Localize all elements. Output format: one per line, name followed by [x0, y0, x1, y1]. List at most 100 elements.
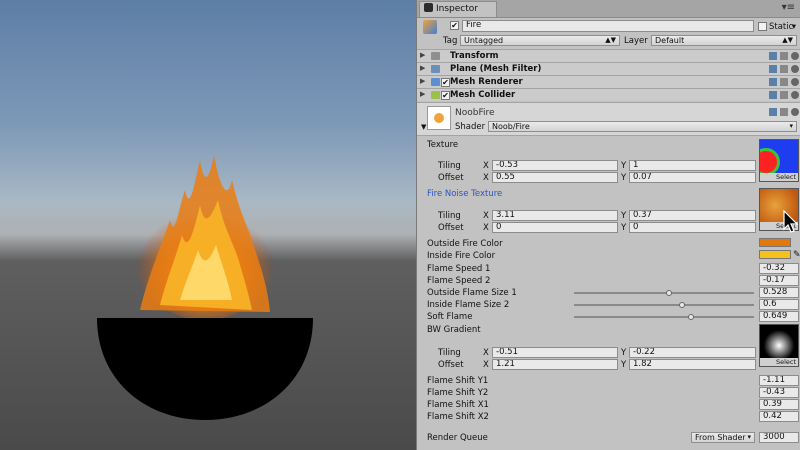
mesh-filter-icon	[431, 65, 440, 73]
fire-effect	[135, 155, 275, 320]
component-mesh-collider[interactable]: ▶ ✔ Mesh Collider	[417, 88, 800, 101]
inside-flame-size-label: Inside Flame Size 2	[427, 300, 510, 310]
component-mesh-filter[interactable]: ▶ Plane (Mesh Filter)	[417, 62, 800, 75]
render-queue-field[interactable]: 3000	[759, 432, 799, 443]
component-transform[interactable]: ▶ Transform	[417, 49, 800, 62]
flame-shift-y2-label: Flame Shift Y2	[427, 388, 489, 398]
outside-fire-color-swatch[interactable]	[759, 238, 791, 247]
texture-offset-x[interactable]: 0.55	[492, 172, 618, 183]
y-label: Y	[621, 360, 627, 370]
flame-shift-y1-field[interactable]: -1.11	[759, 375, 799, 386]
shader-dropdown[interactable]: Noob/Fire ▾	[488, 121, 797, 132]
inside-flame-size-field[interactable]: 0.6	[759, 299, 799, 310]
offset-label: Offset	[438, 223, 464, 233]
select-texture-button[interactable]: Select	[760, 173, 798, 181]
outside-flame-size-slider[interactable]	[574, 292, 754, 294]
chevron-down-icon: ▾	[789, 122, 793, 130]
render-queue-mode: From Shader	[695, 433, 746, 442]
chevron-down-icon: ▲▼	[605, 36, 616, 44]
y-label: Y	[621, 173, 627, 183]
mesh-renderer-enabled-checkbox[interactable]: ✔	[441, 78, 450, 87]
static-checkbox[interactable]	[758, 22, 767, 31]
noise-tiling-x[interactable]: 3.11	[492, 210, 618, 221]
help-book-icon[interactable]	[769, 91, 777, 99]
preset-icon[interactable]	[780, 108, 788, 116]
flame-speed-1-field[interactable]: -0.32	[759, 263, 799, 274]
inside-flame-size-slider[interactable]	[574, 304, 754, 306]
component-name: Plane (Mesh Filter)	[450, 64, 542, 74]
bw-gradient-thumbnail[interactable]: Select	[759, 324, 799, 367]
component-name: Mesh Renderer	[450, 77, 523, 87]
flame-speed-2-field[interactable]: -0.17	[759, 275, 799, 286]
material-preview-icon	[427, 106, 451, 130]
static-label: Static	[769, 22, 794, 32]
bw-tiling-y[interactable]: -0.22	[629, 347, 756, 358]
flame-shift-x2-field[interactable]: 0.42	[759, 411, 799, 422]
outside-flame-size-label: Outside Flame Size 1	[427, 288, 517, 298]
mouse-cursor-icon	[783, 210, 799, 233]
help-book-icon[interactable]	[769, 78, 777, 86]
tag-dropdown[interactable]: Untagged ▲▼	[460, 35, 620, 46]
help-book-icon[interactable]	[769, 108, 777, 116]
gear-icon[interactable]	[791, 65, 799, 73]
y-label: Y	[621, 161, 627, 171]
chevron-down-icon: ▲▼	[782, 36, 793, 44]
fold-arrow-icon[interactable]: ▼	[421, 123, 426, 131]
preset-icon[interactable]	[780, 91, 788, 99]
fold-arrow-icon[interactable]: ▶	[420, 90, 425, 98]
texture-offset-y[interactable]: 0.07	[629, 172, 756, 183]
flame-shift-x1-field[interactable]: 0.39	[759, 399, 799, 410]
noise-offset-x[interactable]: 0	[492, 222, 618, 233]
slider-knob[interactable]	[666, 290, 673, 296]
scene-view[interactable]	[0, 0, 416, 450]
object-name-field[interactable]: Fire	[462, 20, 754, 32]
slider-knob[interactable]	[679, 302, 685, 308]
x-label: X	[483, 173, 489, 183]
tiling-label: Tiling	[438, 161, 461, 171]
bw-tiling-x[interactable]: -0.51	[492, 347, 618, 358]
object-enabled-checkbox[interactable]: ✔	[450, 21, 459, 30]
gear-icon[interactable]	[791, 78, 799, 86]
bw-offset-y[interactable]: 1.82	[629, 359, 756, 370]
fold-arrow-icon[interactable]: ▶	[420, 77, 425, 85]
eyedropper-icon[interactable]: ✎	[793, 250, 800, 260]
mesh-collider-enabled-checkbox[interactable]: ✔	[441, 91, 450, 100]
slider-knob[interactable]	[687, 314, 694, 320]
render-queue-dropdown[interactable]: From Shader ▾	[691, 432, 755, 443]
component-mesh-renderer[interactable]: ▶ ✔ Mesh Renderer	[417, 75, 800, 88]
layer-dropdown[interactable]: Default ▲▼	[651, 35, 797, 46]
preset-icon[interactable]	[780, 78, 788, 86]
soft-flame-field[interactable]: 0.649	[759, 311, 799, 322]
texture-thumbnail[interactable]: Select	[759, 139, 799, 182]
texture-tiling-x[interactable]: -0.53	[492, 160, 618, 171]
bw-offset-x[interactable]: 1.21	[492, 359, 618, 370]
flame-speed-1-label: Flame Speed 1	[427, 264, 491, 274]
inside-fire-color-label: Inside Fire Color	[427, 251, 496, 261]
x-label: X	[483, 211, 489, 221]
outside-flame-size-field[interactable]: 0.528	[759, 287, 799, 298]
preset-icon[interactable]	[780, 65, 788, 73]
tab-inspector[interactable]: Inspector	[419, 1, 497, 17]
texture-tiling-y[interactable]: 1	[629, 160, 756, 171]
scene-canvas	[97, 155, 313, 420]
fold-arrow-icon[interactable]: ▶	[420, 64, 425, 72]
noise-offset-y[interactable]: 0	[629, 222, 756, 233]
tiling-label: Tiling	[438, 348, 461, 358]
help-book-icon[interactable]	[769, 65, 777, 73]
flame-shift-y2-field[interactable]: -0.43	[759, 387, 799, 398]
help-book-icon[interactable]	[769, 52, 777, 60]
gameobject-cube-icon	[423, 20, 437, 34]
select-texture-button[interactable]: Select	[760, 358, 798, 366]
inside-fire-color-swatch[interactable]	[759, 250, 791, 259]
component-name: Transform	[450, 51, 499, 61]
preset-icon[interactable]	[780, 52, 788, 60]
gear-icon[interactable]	[791, 91, 799, 99]
static-dropdown-icon[interactable]: ▾	[792, 22, 796, 32]
gear-icon[interactable]	[791, 108, 799, 116]
tab-inspector-label: Inspector	[436, 4, 478, 14]
gear-icon[interactable]	[791, 52, 799, 60]
soft-flame-slider[interactable]	[574, 316, 754, 318]
panel-menu-icon[interactable]: ▾≡	[782, 2, 795, 13]
noise-tiling-y[interactable]: 0.37	[629, 210, 756, 221]
fold-arrow-icon[interactable]: ▶	[420, 51, 425, 59]
